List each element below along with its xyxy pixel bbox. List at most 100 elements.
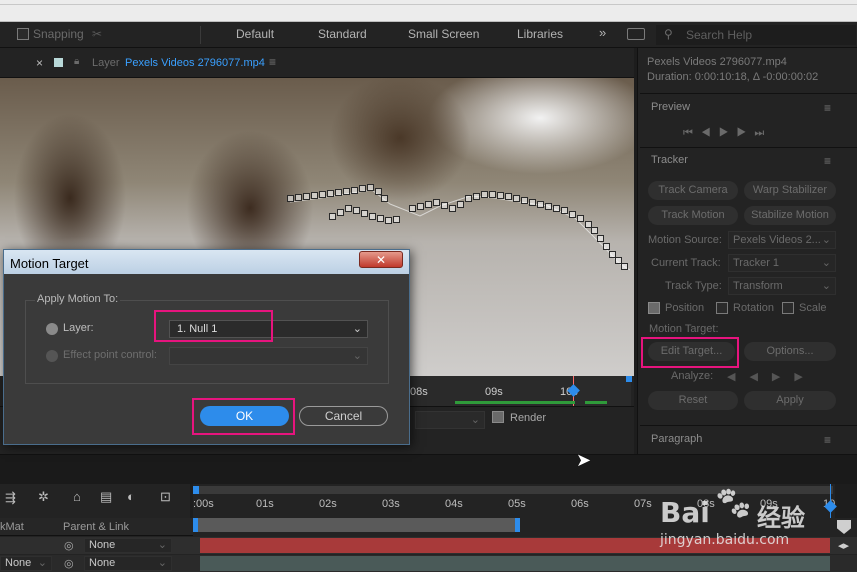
track-keyframe[interactable] xyxy=(409,205,416,212)
work-area-start-handle[interactable] xyxy=(193,486,199,494)
track-keyframe[interactable] xyxy=(329,213,336,220)
layer-radio[interactable] xyxy=(46,323,58,335)
track-keyframe[interactable] xyxy=(343,188,350,195)
track-motion-button[interactable]: Track Motion xyxy=(648,206,738,225)
preview-menu-icon[interactable]: ≡ xyxy=(824,101,831,115)
track-keyframe[interactable] xyxy=(351,187,358,194)
track-keyframe[interactable] xyxy=(441,202,448,209)
snap-icon[interactable]: ✂ xyxy=(92,27,102,41)
draft-3d-icon[interactable]: ⇶ xyxy=(5,490,16,506)
trkmat-select-row2[interactable]: None ⌄ xyxy=(0,556,52,571)
work-area-range[interactable] xyxy=(193,518,518,532)
workspace-libraries[interactable]: Libraries xyxy=(517,27,563,41)
track-keyframe[interactable] xyxy=(569,211,576,218)
track-keyframe[interactable] xyxy=(425,201,432,208)
stabilize-motion-button[interactable]: Stabilize Motion xyxy=(744,206,836,225)
track-keyframe[interactable] xyxy=(505,193,512,200)
track-keyframe[interactable] xyxy=(375,188,382,195)
pickwhip-icon[interactable]: ◎ xyxy=(64,539,74,552)
playback-controls-icon[interactable]: ⏮◀▶▶⏭ xyxy=(683,127,772,140)
workspace-standard[interactable]: Standard xyxy=(318,27,367,41)
track-keyframe[interactable] xyxy=(433,199,440,206)
track-type-select[interactable]: Transform ⌄ xyxy=(728,277,836,295)
track-keyframe[interactable] xyxy=(597,235,604,242)
track-keyframe[interactable] xyxy=(473,193,480,200)
track-keyframe[interactable] xyxy=(359,185,366,192)
track-keyframe[interactable] xyxy=(497,192,504,199)
track-keyframe[interactable] xyxy=(393,216,400,223)
track-keyframe[interactable] xyxy=(287,195,294,202)
track-camera-button[interactable]: Track Camera xyxy=(648,181,738,200)
track-keyframe[interactable] xyxy=(295,194,302,201)
track-keyframe[interactable] xyxy=(481,191,488,198)
comp-flowchart-icon[interactable]: ⊡ xyxy=(160,489,171,505)
panel-menu-icon[interactable]: ≡ xyxy=(269,55,276,69)
scale-checkbox[interactable] xyxy=(782,302,794,314)
lock-icon[interactable]: 🔒︎ xyxy=(74,56,79,67)
analyze-controls-icon[interactable]: ◀◀▶▶ xyxy=(727,370,817,383)
reset-button[interactable]: Reset xyxy=(648,391,738,410)
range-start-handle[interactable] xyxy=(193,518,198,532)
track-keyframe[interactable] xyxy=(577,215,584,222)
track-keyframe[interactable] xyxy=(381,195,388,202)
dialog-close-button[interactable]: ✕ xyxy=(359,251,403,268)
track-keyframe[interactable] xyxy=(545,203,552,210)
track-keyframe[interactable] xyxy=(417,203,424,210)
track-keyframe[interactable] xyxy=(369,213,376,220)
track-keyframe[interactable] xyxy=(337,209,344,216)
search-help-box[interactable]: ⚲ Search Help xyxy=(656,25,856,45)
position-checkbox[interactable] xyxy=(648,302,660,314)
keyframe-nav-icon[interactable]: ◂▸ xyxy=(838,539,849,552)
track-keyframe[interactable] xyxy=(553,205,560,212)
track-keyframe[interactable] xyxy=(353,207,360,214)
layer-tab-name[interactable]: Pexels Videos 2796077.mp4 xyxy=(125,57,265,69)
sync-settings-icon[interactable] xyxy=(627,28,645,40)
track-keyframe[interactable] xyxy=(327,190,334,197)
effect-point-select[interactable]: ⌄ xyxy=(169,347,368,365)
paragraph-menu-icon[interactable]: ≡ xyxy=(824,433,831,447)
track-keyframe[interactable] xyxy=(489,191,496,198)
view-select[interactable]: ⌄ xyxy=(415,411,485,429)
close-tab-icon[interactable]: × xyxy=(36,56,43,70)
current-track-select[interactable]: Tracker 1 ⌄ xyxy=(728,254,836,272)
track-keyframe[interactable] xyxy=(591,227,598,234)
track-keyframe[interactable] xyxy=(513,195,520,202)
range-end-handle[interactable] xyxy=(515,518,520,532)
layer-bar-row2[interactable] xyxy=(200,556,830,571)
track-keyframe[interactable] xyxy=(537,201,544,208)
track-keyframe[interactable] xyxy=(335,189,342,196)
track-keyframe[interactable] xyxy=(367,184,374,191)
track-keyframe[interactable] xyxy=(385,217,392,224)
motion-source-select[interactable]: Pexels Videos 2... ⌄ xyxy=(728,231,836,249)
frame-blending-icon[interactable]: ⌂ xyxy=(73,489,81,504)
track-keyframe[interactable] xyxy=(319,191,326,198)
tracker-menu-icon[interactable]: ≡ xyxy=(824,154,831,168)
track-keyframe[interactable] xyxy=(449,205,456,212)
render-checkbox[interactable] xyxy=(492,411,504,423)
track-keyframe[interactable] xyxy=(521,197,528,204)
track-keyframe[interactable] xyxy=(603,243,610,250)
more-workspaces-icon[interactable]: » xyxy=(599,25,606,40)
track-keyframe[interactable] xyxy=(529,199,536,206)
track-keyframe[interactable] xyxy=(361,210,368,217)
track-keyframe[interactable] xyxy=(621,263,628,270)
workspace-default[interactable]: Default xyxy=(236,27,274,41)
pickwhip-icon[interactable]: ◎ xyxy=(64,557,74,570)
cancel-button[interactable]: Cancel xyxy=(299,406,388,426)
track-keyframe[interactable] xyxy=(561,207,568,214)
track-keyframe[interactable] xyxy=(303,193,310,200)
motion-blur-icon[interactable]: ✲ xyxy=(38,489,49,505)
snapping-checkbox[interactable] xyxy=(17,28,29,40)
options-button[interactable]: Options... xyxy=(744,342,836,361)
parent-select-row1[interactable]: None ⌄ xyxy=(84,538,172,553)
effect-point-radio[interactable] xyxy=(46,350,58,362)
shy-icon[interactable]: ▤ xyxy=(100,489,112,505)
apply-button[interactable]: Apply xyxy=(744,391,836,410)
track-keyframe[interactable] xyxy=(465,195,472,202)
warp-stabilizer-button[interactable]: Warp Stabilizer xyxy=(744,181,836,200)
graph-editor-icon[interactable]: ◐ xyxy=(127,489,135,504)
track-keyframe[interactable] xyxy=(345,205,352,212)
workspace-small-screen[interactable]: Small Screen xyxy=(408,27,479,41)
track-keyframe[interactable] xyxy=(311,192,318,199)
rotation-checkbox[interactable] xyxy=(716,302,728,314)
